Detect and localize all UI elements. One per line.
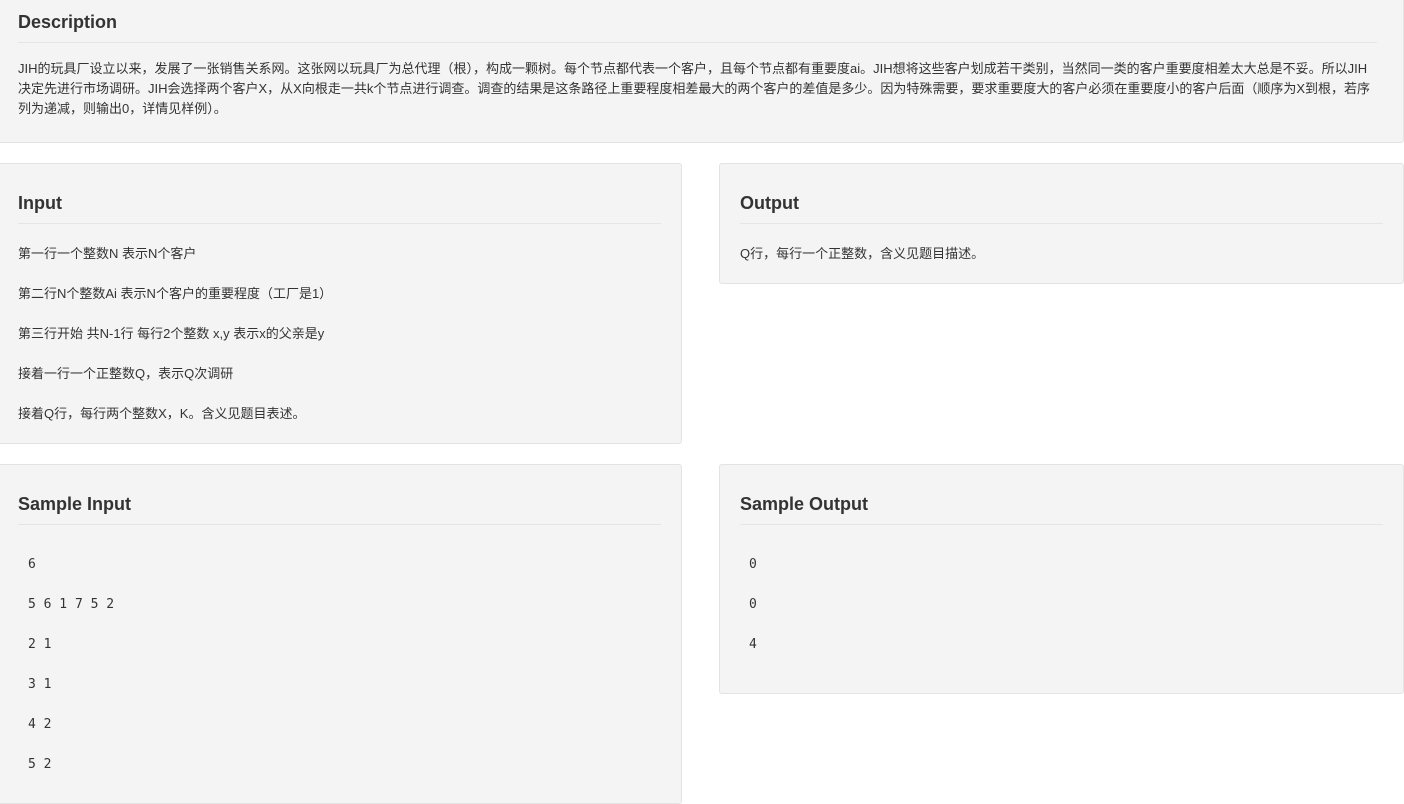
sample-output-line: 4 — [749, 637, 757, 652]
input-panel: Input 第一行一个整数N 表示N个客户 第二行N个整数Ai 表示N个客户的重… — [0, 163, 682, 444]
description-title: Description — [18, 11, 1377, 43]
output-text: Q行，每行一个正整数，含义见题目描述。 — [740, 246, 985, 261]
sample-output-panel: Sample Output 0 0 4 — [719, 464, 1404, 694]
sample-output-code: 0 0 4 — [740, 555, 1383, 655]
sample-input-title: Sample Input — [18, 493, 661, 525]
input-title: Input — [18, 192, 661, 224]
input-line: 第一行一个整数N 表示N个客户 — [18, 246, 197, 261]
sample-output-title: Sample Output — [740, 493, 1383, 525]
sample-input-line: 3 1 — [28, 677, 52, 692]
input-line: 接着Q行，每行两个整数X，K。含义见题目表述。 — [18, 406, 306, 421]
sample-input-line: 2 1 — [28, 637, 52, 652]
output-title: Output — [740, 192, 1383, 224]
sample-input-line: 6 — [28, 557, 36, 572]
input-line: 第三行开始 共N-1行 每行2个整数 x,y 表示x的父亲是y — [18, 326, 325, 341]
sample-output-line: 0 — [749, 557, 757, 572]
sample-input-line: 5 2 — [28, 757, 52, 772]
sample-input-panel: Sample Input 6 5 6 1 7 5 2 2 1 3 1 4 2 5… — [0, 464, 682, 804]
sample-input-line: 4 2 — [28, 717, 52, 732]
sample-input-line: 5 6 1 7 5 2 — [28, 597, 115, 612]
description-text: JIH的玩具厂设立以来，发展了一张销售关系网。这张网以玩具厂为总代理（根），构成… — [18, 61, 1371, 116]
description-panel: Description JIH的玩具厂设立以来，发展了一张销售关系网。这张网以玩… — [0, 0, 1404, 143]
output-panel: Output Q行，每行一个正整数，含义见题目描述。 — [719, 163, 1404, 284]
sample-input-code: 6 5 6 1 7 5 2 2 1 3 1 4 2 5 2 — [18, 555, 661, 775]
input-line: 第二行N个整数Ai 表示N个客户的重要程度（工厂是1） — [18, 286, 333, 301]
input-line: 接着一行一个正整数Q，表示Q次调研 — [18, 366, 234, 381]
sample-output-line: 0 — [749, 597, 757, 612]
input-spec: 第一行一个整数N 表示N个客户 第二行N个整数Ai 表示N个客户的重要程度（工厂… — [18, 244, 661, 424]
